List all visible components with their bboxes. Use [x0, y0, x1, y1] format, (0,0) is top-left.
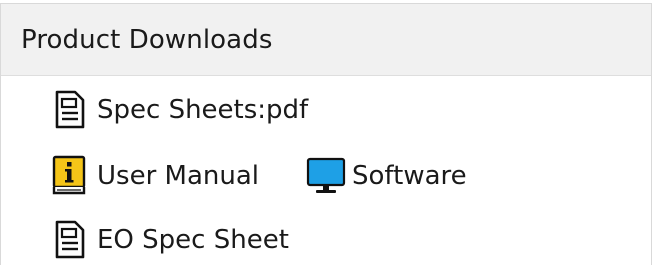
product-downloads-panel: Product Downloads Spec Sheets:pdf User M… — [0, 3, 652, 265]
downloads-row-2: User Manual Software — [51, 155, 467, 197]
user-manual-link[interactable]: User Manual — [51, 155, 259, 197]
manual-info-icon — [51, 155, 97, 197]
spec-sheets-link[interactable]: Spec Sheets:pdf — [51, 90, 308, 130]
software-link[interactable]: Software — [306, 155, 467, 197]
document-icon — [51, 90, 97, 130]
downloads-row-3: EO Spec Sheet — [51, 220, 289, 260]
downloads-row-1: Spec Sheets:pdf — [51, 90, 308, 130]
panel-header: Product Downloads — [1, 4, 651, 76]
user-manual-label: User Manual — [97, 161, 260, 191]
spec-sheets-label: Spec Sheets:pdf — [97, 95, 309, 125]
panel-title: Product Downloads — [21, 24, 273, 55]
eo-spec-sheet-link[interactable]: EO Spec Sheet — [51, 220, 289, 260]
eo-spec-sheet-label: EO Spec Sheet — [97, 225, 289, 255]
monitor-icon — [306, 155, 352, 197]
document-icon — [51, 220, 97, 260]
software-label: Software — [352, 161, 467, 191]
